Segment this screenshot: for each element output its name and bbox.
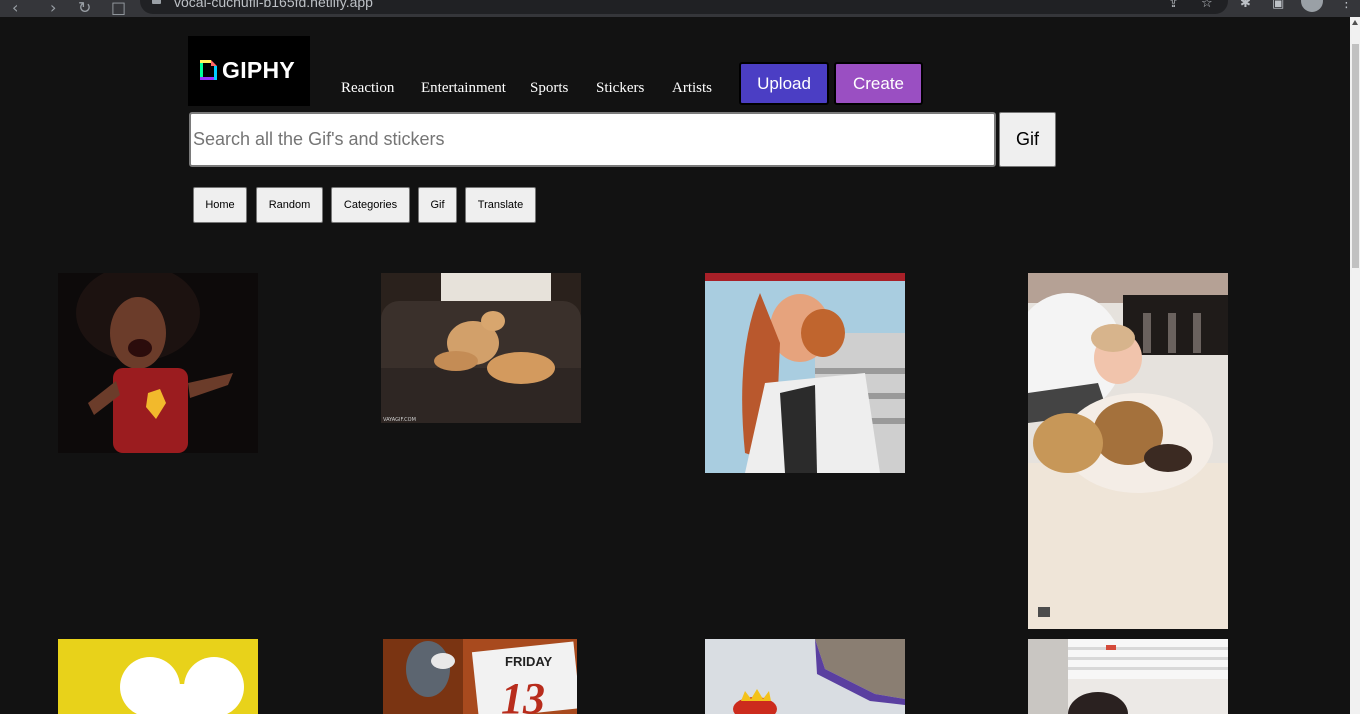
profile-avatar[interactable] <box>1301 0 1323 12</box>
share-icon[interactable]: ⇪ <box>1168 0 1179 11</box>
bookmark-star-icon[interactable]: ☆ <box>1201 0 1213 11</box>
search-input[interactable] <box>189 112 996 167</box>
create-button[interactable]: Create <box>834 62 923 105</box>
gif-image-cartoon-crown <box>705 639 905 714</box>
reload-icon[interactable]: ↻ <box>78 0 91 17</box>
gif-tile[interactable] <box>1028 639 1228 714</box>
gif-tile[interactable] <box>705 273 905 473</box>
gif-watermark: VAYAGIF.COM <box>383 417 416 423</box>
filter-categories-button[interactable]: Categories <box>331 187 410 223</box>
giphy-logo[interactable]: GIPHY <box>188 36 310 106</box>
friday-text: FRIDAY <box>505 654 553 669</box>
gif-image-heart <box>58 639 258 714</box>
home-icon[interactable]: □ <box>111 0 126 17</box>
logo-wordmark: GIPHY <box>222 57 296 83</box>
gif-tile[interactable] <box>58 273 258 453</box>
search-gif-button[interactable]: Gif <box>999 112 1056 167</box>
window-icon[interactable]: ▣ <box>1272 0 1284 11</box>
back-icon[interactable]: ‹ <box>12 0 18 17</box>
filter-translate-button[interactable]: Translate <box>465 187 536 223</box>
browser-toolbar: ‹ › ↻ □ vocal-cuchufli-b165fd.netlify.ap… <box>0 0 1360 17</box>
thirteen-text: 13 <box>501 674 545 714</box>
nav-sports[interactable]: Sports <box>530 80 568 97</box>
nav-entertainment[interactable]: Entertainment <box>421 80 506 97</box>
menu-icon[interactable]: ⋮ <box>1340 0 1353 11</box>
forward-icon[interactable]: › <box>50 0 56 17</box>
upload-button[interactable]: Upload <box>739 62 829 105</box>
gif-image-athlete <box>58 273 258 453</box>
filter-random-button[interactable]: Random <box>256 187 323 223</box>
address-url[interactable]: vocal-cuchufli-b165fd.netlify.app <box>174 0 373 10</box>
filter-home-button[interactable]: Home <box>193 187 247 223</box>
gif-tile[interactable] <box>58 639 258 714</box>
nav-reaction[interactable]: Reaction <box>341 80 394 97</box>
gif-image-bearded-man <box>705 273 905 473</box>
gif-tile[interactable] <box>1028 273 1228 629</box>
gif-tile[interactable]: FRIDAY 13 <box>383 639 577 714</box>
gif-image-person-indoors <box>1028 639 1228 714</box>
nav-stickers[interactable]: Stickers <box>596 80 644 97</box>
gif-tile[interactable]: VAYAGIF.COM <box>381 273 581 423</box>
scroll-up-icon[interactable] <box>1352 20 1358 25</box>
scrollbar-thumb[interactable] <box>1352 44 1359 268</box>
extensions-icon[interactable]: ✱ <box>1240 0 1251 11</box>
gif-image-cats: VAYAGIF.COM <box>381 273 581 423</box>
giphy-logo-icon <box>200 60 217 80</box>
lock-icon <box>152 0 161 4</box>
gif-image-girl-puppy <box>1028 273 1228 629</box>
gif-tile[interactable] <box>705 639 905 714</box>
filter-gif-button[interactable]: Gif <box>418 187 457 223</box>
nav-artists[interactable]: Artists <box>672 80 712 97</box>
gif-image-friday13: FRIDAY 13 <box>383 639 577 714</box>
page-scrollbar[interactable] <box>1350 17 1360 714</box>
